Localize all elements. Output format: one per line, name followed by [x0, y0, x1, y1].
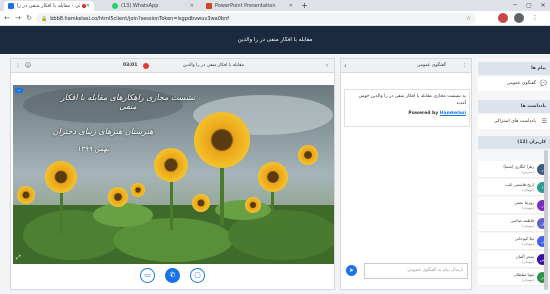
- user-role: (مهمان): [522, 242, 534, 246]
- notes-section-title: یادداشت ها: [478, 100, 550, 113]
- tab-whatsapp[interactable]: (13) WhatsApp ✕: [108, 1, 198, 11]
- chat-message-input[interactable]: ارسال پیام به گفتگوی عمومی: [364, 263, 468, 279]
- collapse-chat-icon[interactable]: ‹: [344, 59, 347, 73]
- send-message-button[interactable]: ➤: [346, 265, 357, 276]
- user-name: مونا سلطان: [514, 272, 534, 277]
- user-role: (مهمان): [522, 188, 534, 192]
- user-list-item[interactable]: ز زهرا انگاری (شما) (مدرس): [478, 161, 550, 178]
- user-name: روژینا نجفی: [514, 200, 534, 205]
- user-name: زهرا انگاری (شما): [503, 164, 534, 169]
- user-role: (مهمان): [522, 260, 534, 264]
- user-name: سحر آلمان: [515, 254, 534, 259]
- user-name: فاطمه صاحبی: [510, 218, 534, 223]
- slide-date-text: بهمن ۱۳۹۹: [77, 145, 109, 153]
- hamkelasi-link[interactable]: Hamkelasi: [440, 111, 466, 116]
- presentation-title: مقابله با افکار منفی در را والدین: [182, 63, 244, 68]
- bookmark-star-icon[interactable]: ☆: [466, 15, 471, 22]
- extension-icon[interactable]: [498, 13, 508, 23]
- user-list-item[interactable]: م مونا سلطان (مهمان): [478, 269, 550, 286]
- user-list-item[interactable]: ن نیلا کیوخانی (مهمان): [478, 233, 550, 250]
- presentation-slide: نشست مجازی راهکارهای مقابله با افکار منف…: [13, 85, 334, 264]
- users-scrollbar[interactable]: [544, 150, 548, 290]
- user-list-item[interactable]: س سحر آلمان (مهمان): [478, 251, 550, 268]
- close-icon[interactable]: ✕: [86, 3, 90, 9]
- new-tab-button[interactable]: +: [300, 1, 309, 10]
- recording-timer: 03:01: [123, 63, 138, 68]
- url-input[interactable]: 🔒 bbb8.hamkelasi.co/html5client/join?ses…: [36, 13, 476, 24]
- slide-title-text: نشست مجازی راهکارهای مقابله با افکار منف…: [60, 93, 196, 111]
- close-icon[interactable]: ✕: [190, 3, 194, 9]
- powered-by: Powered by Hamkelasi: [348, 111, 466, 116]
- maximize-icon[interactable]: ▢: [522, 0, 536, 11]
- presentation-panel: ⋮ ☺ 03:01 مقابله با افکار منفی در را وال…: [10, 58, 335, 290]
- sunflower-slide-image: [13, 85, 334, 264]
- user-list-item[interactable]: ا اریخ هاشمی ثابت (مهمان): [478, 179, 550, 196]
- reload-icon[interactable]: ↻: [24, 13, 34, 23]
- shared-notes-label: یادداشت های اشتراکی: [493, 119, 536, 124]
- tab-powerpoint[interactable]: PowerPoint Presentation ✕: [202, 1, 297, 11]
- slide-school-text: هنرستان هنرهای زیبای دختران: [52, 127, 154, 136]
- user-name: نیلا کیوخانی: [514, 236, 534, 241]
- back-icon[interactable]: ←: [2, 13, 12, 23]
- tab-label: همایش ملی - مقابله با افکار منفی در را..…: [17, 3, 80, 9]
- users-section-title: کاربران (12): [478, 136, 550, 149]
- meeting-title: مقابله با افکار منفی در را والدین: [237, 37, 313, 43]
- close-icon[interactable]: ✕: [289, 3, 293, 9]
- user-list-item[interactable]: ر روژینا نجفی (مهمان): [478, 197, 550, 214]
- user-role: (مدرس): [521, 170, 534, 174]
- forward-icon[interactable]: →: [13, 13, 23, 23]
- record-button[interactable]: [143, 63, 149, 69]
- public-chat-label: گفتگوی عمومی: [506, 81, 536, 86]
- user-role: (مهمان): [522, 278, 534, 282]
- minimize-icon[interactable]: ─: [508, 0, 522, 11]
- public-chat-panel: ‹ گفتگوی عمومی ⋮ به نشست مجازی مقابله با…: [340, 58, 472, 290]
- menu-kebab-icon[interactable]: ⋮: [530, 13, 540, 23]
- chat-title: گفتگوی عمومی: [416, 63, 446, 68]
- recording-tab-icon: [8, 3, 14, 9]
- public-chat-item[interactable]: گفتگوی عمومی 💬: [478, 77, 550, 91]
- fullscreen-icon[interactable]: ⤢: [16, 254, 21, 262]
- camera-button[interactable]: ▭: [140, 268, 155, 283]
- profile-avatar[interactable]: [514, 13, 524, 23]
- screen-share-button[interactable]: ▢: [190, 268, 205, 283]
- expand-icon[interactable]: ›: [322, 59, 332, 73]
- chat-bubble-icon: 💬: [539, 80, 547, 87]
- close-window-icon[interactable]: ✕: [536, 0, 550, 11]
- more-options-icon[interactable]: ⋮: [13, 59, 23, 73]
- microphone-button[interactable]: ✆: [165, 268, 180, 283]
- meeting-header: مقابله با افکار منفی در را والدین: [0, 26, 550, 54]
- presentation-header: ⋮ ☺ 03:01 مقابله با افکار منفی در را وال…: [11, 59, 334, 73]
- address-bar: ← → ↻ 🔒 bbb8.hamkelasi.co/html5client/jo…: [0, 11, 550, 26]
- powerpoint-icon: [206, 3, 212, 9]
- tab-meeting[interactable]: همایش ملی - مقابله با افکار منفی در را..…: [4, 1, 94, 11]
- tab-label: PowerPoint Presentation: [215, 3, 276, 9]
- shared-notes-item[interactable]: یادداشت های اشتراکی ☰: [478, 115, 550, 129]
- user-list-item[interactable]: ف فاطمه صاحبی (مهمان): [478, 215, 550, 232]
- right-sidebar: پیام ها گفتگوی عمومی 💬 یادداشت ها یادداش…: [476, 58, 550, 294]
- welcome-message: به نشست مجازی مقابله با افکار منفی در را…: [344, 89, 470, 127]
- user-name: اریخ هاشمی ثابت: [505, 182, 534, 187]
- whatsapp-icon: [112, 3, 118, 9]
- welcome-text: به نشست مجازی مقابله با افکار منفی در را…: [358, 94, 466, 106]
- chat-options-icon[interactable]: ⋮: [462, 59, 467, 73]
- notes-icon: ☰: [541, 118, 547, 125]
- powered-by-prefix: Powered by: [408, 111, 439, 116]
- user-role: (مهمان): [522, 206, 534, 210]
- user-role: (مهمان): [522, 224, 534, 228]
- lock-icon: 🔒: [41, 15, 48, 22]
- presenter-menu-icon[interactable]: ─: [15, 88, 23, 93]
- chat-header: ‹ گفتگوی عمومی ⋮: [341, 59, 471, 73]
- browser-tab-bar: همایش ملی - مقابله با افکار منفی در را..…: [0, 0, 550, 11]
- tab-label: (13) WhatsApp: [121, 3, 159, 9]
- user-icon[interactable]: ☺: [23, 59, 33, 73]
- url-text: bbb8.hamkelasi.co/html5client/join?sessi…: [50, 15, 230, 22]
- messages-section-title: پیام ها: [478, 62, 550, 75]
